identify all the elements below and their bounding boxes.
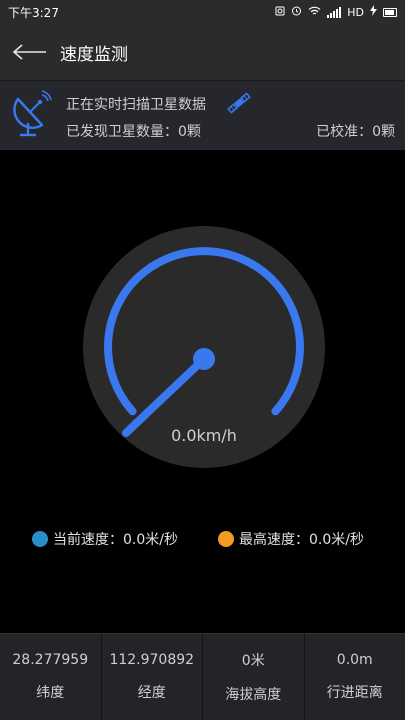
distance-label: 行进距离 — [326, 685, 383, 701]
status-bar: 下午3:27 HD — [0, 0, 405, 24]
status-icons: HD — [275, 5, 397, 19]
network-type: HD — [347, 5, 364, 19]
altitude-value: 0米 — [241, 653, 265, 669]
back-arrow-icon — [12, 44, 46, 60]
current-speed-legend: 当前速度：0.0米/秒 — [32, 529, 178, 549]
latitude-label: 纬度 — [36, 685, 65, 701]
wifi-icon — [308, 6, 321, 19]
longitude-value: 112.970892 — [109, 652, 195, 668]
distance-cell: 0.0m 行进距离 — [303, 633, 405, 720]
speed-readout: 0.0km/h — [171, 426, 237, 445]
speed-legend: 当前速度：0.0米/秒 最高速度：0.0米/秒 — [0, 529, 405, 551]
latitude-cell: 28.277959 纬度 — [0, 633, 101, 720]
battery-icon — [383, 7, 397, 17]
satellite-status-panel: 正在实时扫描卫星数据 已发现卫星数量：0颗 已校准：0颗 — [0, 80, 405, 150]
satellites-calibrated-text: 已校准：0颗 — [316, 124, 395, 140]
satellite-icon — [227, 92, 251, 114]
charging-icon — [370, 5, 377, 19]
page-title: 速度监测 — [60, 44, 128, 65]
current-speed-dot — [32, 531, 48, 547]
current-speed-label: 当前速度：0.0米/秒 — [53, 532, 178, 548]
longitude-cell: 112.970892 经度 — [100, 633, 202, 720]
mute-icon — [275, 6, 285, 19]
max-speed-legend: 最高速度：0.0米/秒 — [218, 529, 364, 549]
satellite-dish-icon — [13, 90, 52, 137]
max-speed-label: 最高速度：0.0米/秒 — [239, 532, 364, 548]
alarm-icon — [291, 5, 302, 19]
latitude-value: 28.277959 — [12, 652, 89, 668]
altitude-label: 海拔高度 — [225, 687, 282, 703]
location-stats-bar: 28.277959 纬度 112.970892 经度 0米 海拔高度 0.0m … — [0, 633, 405, 720]
app-bar: 速度监测 — [0, 24, 405, 80]
altitude-cell: 0米 海拔高度 — [202, 633, 304, 720]
gauge-hub — [193, 348, 215, 370]
distance-value: 0.0m — [336, 652, 373, 668]
satellites-found-text: 已发现卫星数量：0颗 — [66, 124, 201, 140]
max-speed-dot — [218, 531, 234, 547]
longitude-label: 经度 — [137, 685, 166, 701]
scan-status-text: 正在实时扫描卫星数据 — [66, 97, 206, 113]
back-button[interactable] — [0, 24, 60, 80]
signal-icon — [327, 6, 342, 18]
status-time: 下午3:27 — [8, 5, 59, 20]
